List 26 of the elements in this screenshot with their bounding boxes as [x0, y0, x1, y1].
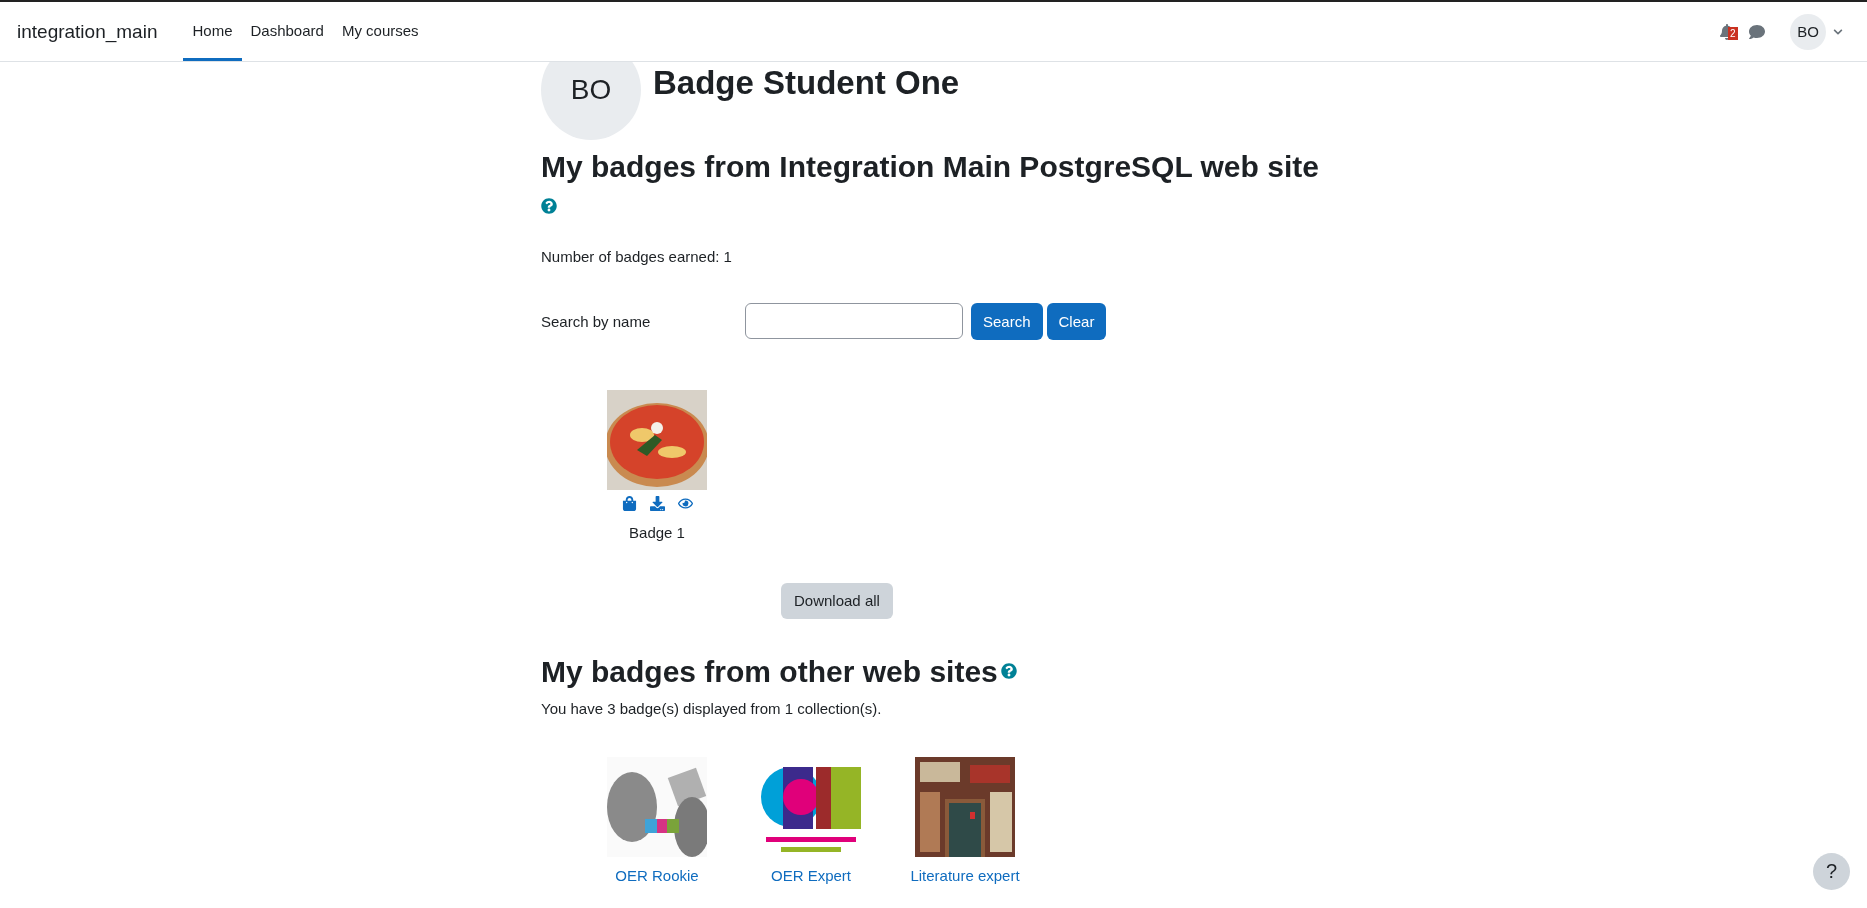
clear-button[interactable]: Clear: [1046, 302, 1107, 340]
nav-link[interactable]: Home: [183, 2, 242, 61]
help-icon[interactable]: [541, 197, 557, 214]
nav-link[interactable]: Dashboard: [241, 2, 333, 61]
badge-count: Number of badges earned: 1: [541, 247, 733, 265]
help-button[interactable]: ?: [1813, 853, 1850, 890]
profile-name: Badge Student One: [653, 64, 960, 102]
site-brand[interactable]: integration_main: [17, 20, 158, 43]
user-avatar[interactable]: BO: [1790, 13, 1826, 50]
badge-link[interactable]: OER Rookie: [615, 867, 699, 884]
bag-icon[interactable]: [621, 495, 637, 514]
download-icon[interactable]: [649, 495, 665, 514]
badge-name: Badge 1: [629, 523, 685, 541]
chat-bubble-icon[interactable]: [1749, 23, 1765, 40]
badge-summary: You have 3 badge(s) displayed from 1 collection(s).: [541, 700, 883, 717]
search-label: Search by name: [541, 312, 652, 330]
search-button[interactable]: Search: [971, 302, 1043, 340]
help-icon[interactable]: [1000, 663, 1017, 680]
badge-link[interactable]: OER Expert: [771, 867, 851, 884]
nav-link[interactable]: My courses: [332, 2, 428, 61]
download-all-button[interactable]: Download all: [781, 582, 893, 619]
search-field[interactable]: [745, 303, 963, 339]
section-heading: My badges from other web sites: [541, 653, 998, 690]
badge-link[interactable]: Literature expert: [910, 867, 1020, 884]
section-heading: My badges from Integration Main PostgreSQL web site: [541, 149, 1319, 185]
notification-count: 2: [1728, 26, 1738, 40]
